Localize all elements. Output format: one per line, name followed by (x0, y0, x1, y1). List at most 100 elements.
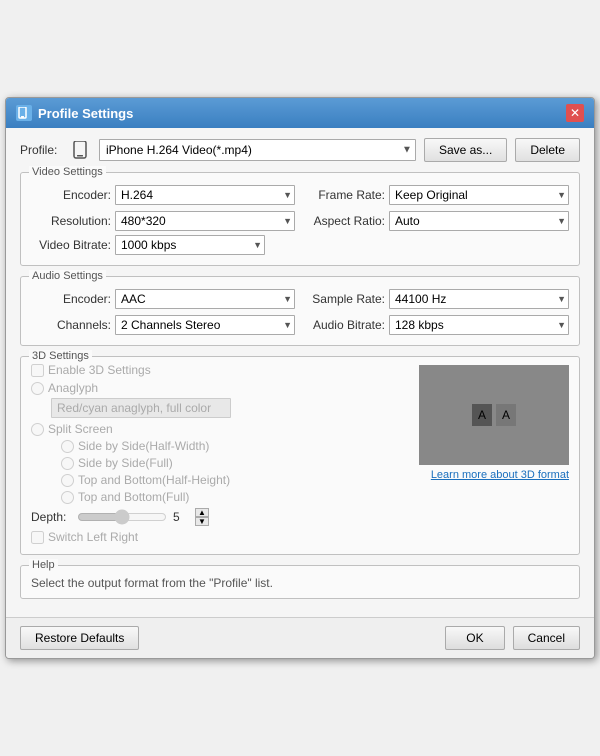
anaglyph-row: Anaglyph (31, 381, 409, 395)
save-as-button[interactable]: Save as... (424, 138, 507, 162)
encoder-select-wrap: H.264 ▼ (115, 185, 295, 205)
frame-rate-select[interactable]: Keep Original (389, 185, 569, 205)
profile-label: Profile: (20, 143, 65, 157)
switch-lr-row: Switch Left Right (31, 530, 409, 544)
top-bottom-half-row: Top and Bottom(Half-Height) (61, 473, 409, 487)
ok-button[interactable]: OK (445, 626, 504, 650)
depth-increment-button[interactable]: ▲ (195, 508, 209, 517)
audio-settings-section: Audio Settings Encoder: AAC ▼ Sample Rat… (20, 276, 580, 346)
side-by-side-half-radio[interactable] (61, 440, 74, 453)
anaglyph-dropdown: Red/cyan anaglyph, full color (51, 398, 231, 418)
aspect-ratio-label: Aspect Ratio: (305, 214, 385, 228)
learn-more-link[interactable]: Learn more about 3D format (419, 469, 569, 481)
video-settings-section: Video Settings Encoder: H.264 ▼ Frame Ra… (20, 172, 580, 266)
d3-settings-title: 3D Settings (29, 350, 92, 362)
top-bottom-full-row: Top and Bottom(Full) (61, 490, 409, 504)
switch-lr-label: Switch Left Right (48, 530, 138, 544)
aspect-ratio-select-wrap: Auto ▼ (389, 211, 569, 231)
profile-settings-dialog: Profile Settings ✕ Profile: iPhone H.264… (5, 97, 595, 659)
enable-3d-row: Enable 3D Settings (31, 363, 409, 377)
side-by-side-half-row: Side by Side(Half-Width) (61, 439, 409, 453)
profile-select-wrap: iPhone H.264 Video(*.mp4) ▼ (99, 139, 416, 161)
audio-encoder-row: Encoder: AAC ▼ (31, 289, 295, 309)
footer-right: OK Cancel (445, 626, 580, 650)
video-bitrate-select[interactable]: 1000 kbps (115, 235, 265, 255)
split-screen-radio[interactable] (31, 423, 44, 436)
audio-bitrate-select[interactable]: 128 kbps (389, 315, 569, 335)
audio-bitrate-label: Audio Bitrate: (305, 318, 385, 332)
depth-label: Depth: (31, 510, 71, 524)
audio-settings-title: Audio Settings (29, 270, 106, 282)
resolution-row: Resolution: 480*320 ▼ (31, 211, 295, 231)
aa-preview: A A (419, 365, 569, 465)
d3-settings-section: 3D Settings Enable 3D Settings Anaglyph (20, 356, 580, 555)
switch-lr-checkbox[interactable] (31, 531, 44, 544)
side-by-side-half-label: Side by Side(Half-Width) (78, 439, 209, 453)
channels-select[interactable]: 2 Channels Stereo (115, 315, 295, 335)
frame-rate-row: Frame Rate: Keep Original ▼ (305, 185, 569, 205)
frame-rate-label: Frame Rate: (305, 188, 385, 202)
dialog-footer: Restore Defaults OK Cancel (6, 617, 594, 658)
cancel-button[interactable]: Cancel (513, 626, 580, 650)
profile-row: Profile: iPhone H.264 Video(*.mp4) ▼ Sav… (20, 138, 580, 162)
depth-decrement-button[interactable]: ▼ (195, 517, 209, 526)
phone-icon (73, 141, 87, 159)
frame-rate-select-wrap: Keep Original ▼ (389, 185, 569, 205)
audio-encoder-select-wrap: AAC ▼ (115, 289, 295, 309)
anaglyph-radio[interactable] (31, 382, 44, 395)
help-section: Help Select the output format from the "… (20, 565, 580, 599)
side-by-side-full-label: Side by Side(Full) (78, 456, 173, 470)
side-by-side-full-radio[interactable] (61, 457, 74, 470)
resolution-select-wrap: 480*320 ▼ (115, 211, 295, 231)
aa-right: A (496, 404, 516, 426)
dialog-title: Profile Settings (38, 106, 133, 121)
anaglyph-dropdown-wrap: Red/cyan anaglyph, full color (51, 398, 231, 418)
depth-row: Depth: 5 ▲ ▼ (31, 508, 409, 526)
encoder-select[interactable]: H.264 (115, 185, 295, 205)
audio-bitrate-select-wrap: 128 kbps ▼ (389, 315, 569, 335)
enable-3d-checkbox[interactable] (31, 364, 44, 377)
help-text: Select the output format from the "Profi… (31, 576, 569, 590)
sample-rate-select-wrap: 44100 Hz ▼ (389, 289, 569, 309)
video-bitrate-row: Video Bitrate: 1000 kbps ▼ (31, 235, 569, 255)
video-bitrate-select-wrap: 1000 kbps ▼ (115, 235, 265, 255)
sample-rate-row: Sample Rate: 44100 Hz ▼ (305, 289, 569, 309)
profile-select[interactable]: iPhone H.264 Video(*.mp4) (99, 139, 416, 161)
split-screen-row: Split Screen (31, 422, 409, 436)
channels-select-wrap: 2 Channels Stereo ▼ (115, 315, 295, 335)
audio-encoder-select[interactable]: AAC (115, 289, 295, 309)
aspect-ratio-row: Aspect Ratio: Auto ▼ (305, 211, 569, 231)
anaglyph-label: Anaglyph (48, 381, 98, 395)
top-bottom-full-label: Top and Bottom(Full) (78, 490, 189, 504)
sample-rate-label: Sample Rate: (305, 292, 385, 306)
d3-content: Enable 3D Settings Anaglyph Red/cyan ana… (31, 363, 569, 544)
audio-settings-grid: Encoder: AAC ▼ Sample Rate: 44100 Hz (31, 289, 569, 335)
video-settings-title: Video Settings (29, 166, 106, 178)
audio-encoder-label: Encoder: (31, 292, 111, 306)
top-bottom-full-radio[interactable] (61, 491, 74, 504)
resolution-select[interactable]: 480*320 (115, 211, 295, 231)
channels-row: Channels: 2 Channels Stereo ▼ (31, 315, 295, 335)
depth-slider[interactable] (77, 509, 167, 525)
channels-label: Channels: (31, 318, 111, 332)
restore-defaults-button[interactable]: Restore Defaults (20, 626, 139, 650)
sample-rate-select[interactable]: 44100 Hz (389, 289, 569, 309)
enable-3d-label: Enable 3D Settings (48, 363, 151, 377)
encoder-row: Encoder: H.264 ▼ (31, 185, 295, 205)
close-button[interactable]: ✕ (566, 104, 584, 122)
encoder-label: Encoder: (31, 188, 111, 202)
title-bar-left: Profile Settings (16, 105, 133, 121)
video-bitrate-label: Video Bitrate: (31, 238, 111, 252)
depth-spinner: ▲ ▼ (195, 508, 209, 526)
dialog-body: Profile: iPhone H.264 Video(*.mp4) ▼ Sav… (6, 128, 594, 617)
app-icon (16, 105, 32, 121)
resolution-label: Resolution: (31, 214, 111, 228)
title-bar: Profile Settings ✕ (6, 98, 594, 128)
depth-value: 5 (173, 510, 189, 524)
audio-bitrate-row: Audio Bitrate: 128 kbps ▼ (305, 315, 569, 335)
top-bottom-half-radio[interactable] (61, 474, 74, 487)
split-screen-label: Split Screen (48, 422, 113, 436)
delete-button[interactable]: Delete (515, 138, 580, 162)
d3-left: Enable 3D Settings Anaglyph Red/cyan ana… (31, 363, 409, 544)
aspect-ratio-select[interactable]: Auto (389, 211, 569, 231)
